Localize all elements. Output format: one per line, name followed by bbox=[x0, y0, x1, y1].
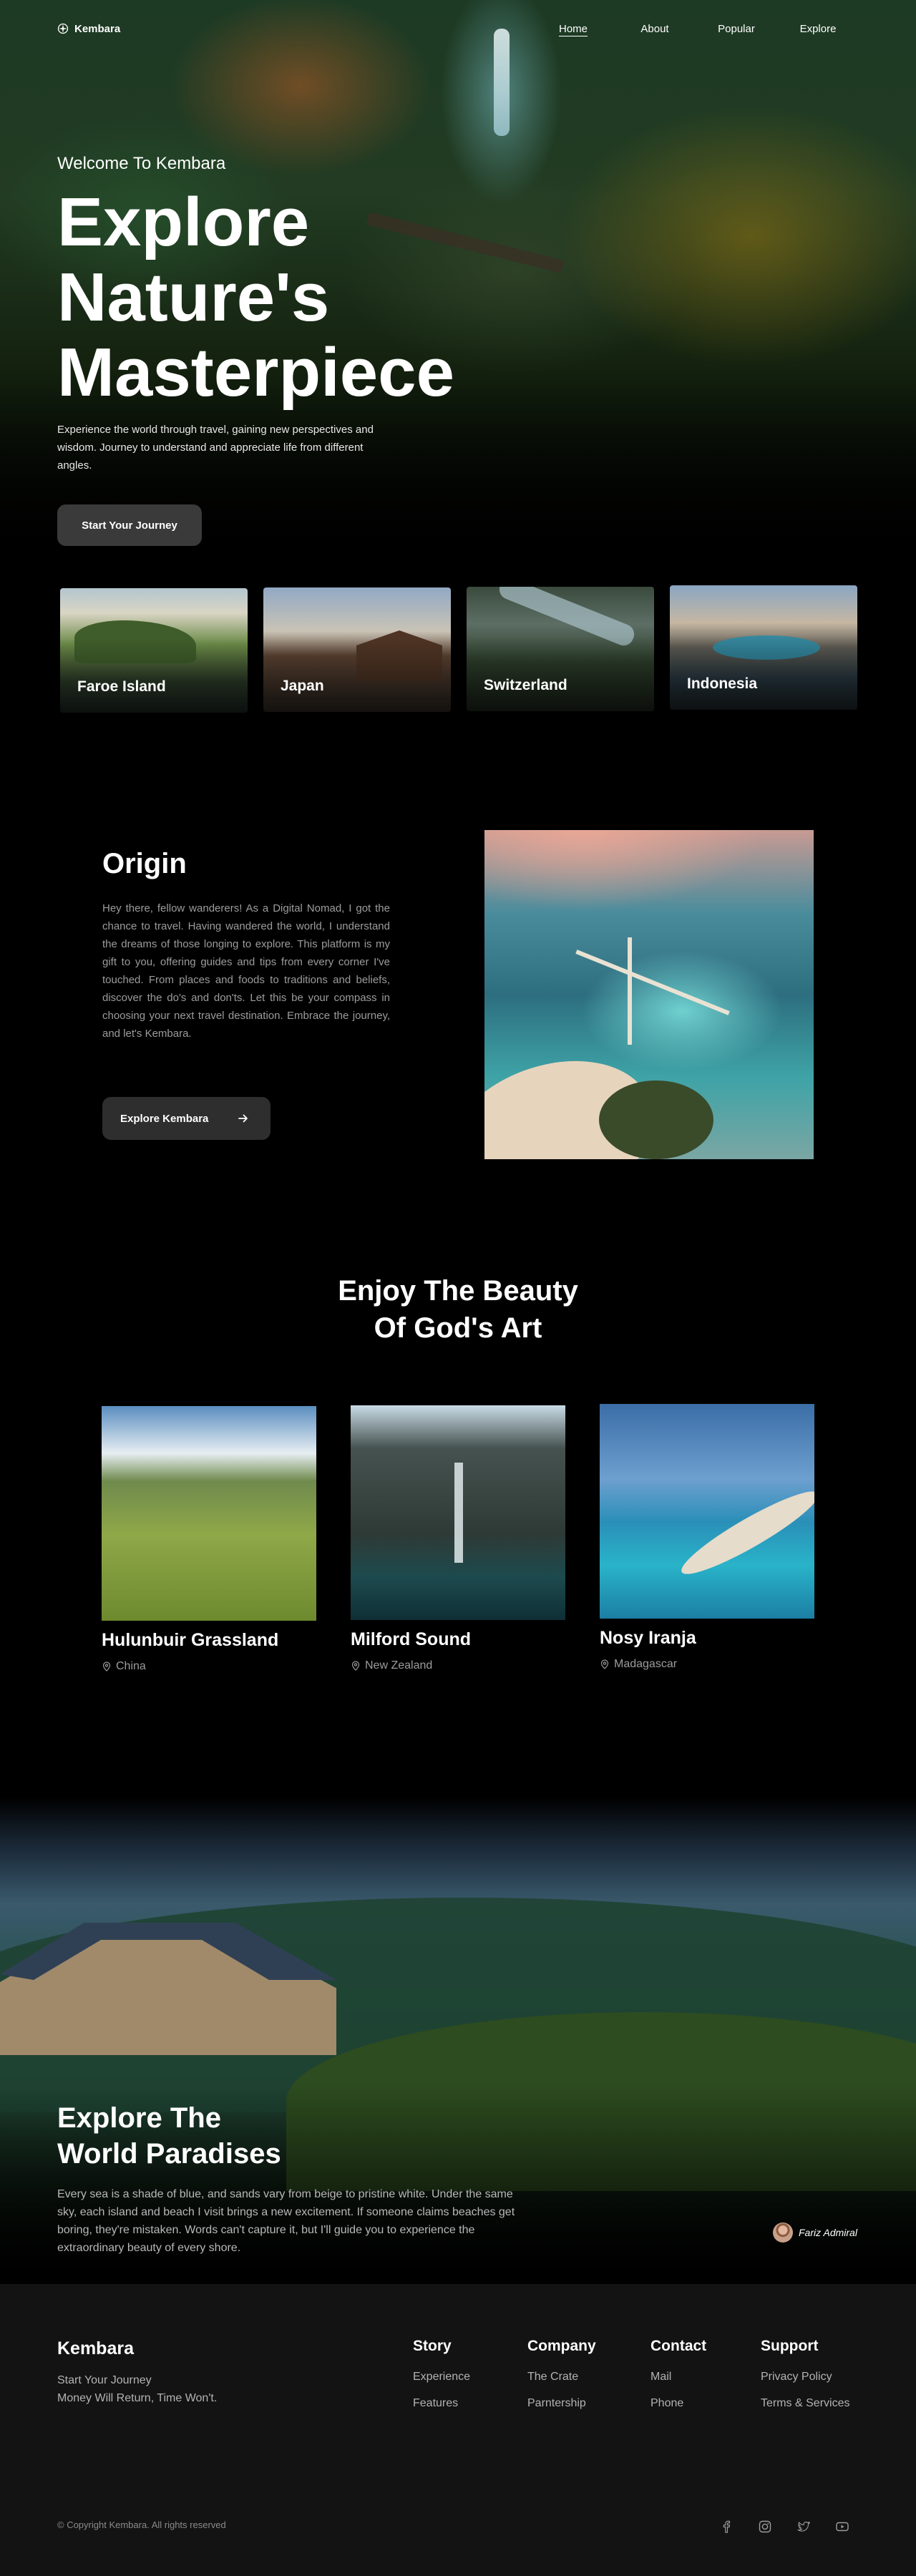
place-location-text: China bbox=[116, 1660, 146, 1672]
card-shade bbox=[670, 635, 857, 710]
explore-kembara-label: Explore Kembara bbox=[120, 1112, 209, 1125]
destination-card-japan[interactable]: Japan bbox=[263, 587, 451, 712]
footer-column-title: Support bbox=[761, 2338, 819, 2354]
destination-card-indonesia[interactable]: Indonesia bbox=[670, 585, 857, 710]
card-shade bbox=[467, 636, 654, 711]
nav-link-home[interactable]: Home bbox=[532, 23, 614, 35]
footer-link[interactable]: Features bbox=[413, 2394, 470, 2412]
beauty-title-line: Of God's Art bbox=[374, 1312, 542, 1344]
nav-link-explore[interactable]: Explore bbox=[777, 23, 859, 35]
footer-tagline-line: Start Your Journey bbox=[57, 2374, 152, 2386]
compass-icon bbox=[57, 23, 69, 34]
image-pier bbox=[628, 937, 632, 1045]
footer-link[interactable]: The Crate bbox=[527, 2368, 596, 2386]
card-shade bbox=[60, 638, 248, 713]
brand-name: Kembara bbox=[74, 22, 121, 35]
paradise-text: Every sea is a shade of blue, and sands … bbox=[57, 2188, 515, 2254]
paradise-title: Explore The World Paradises bbox=[57, 2100, 281, 2172]
instagram-icon[interactable] bbox=[757, 2519, 773, 2534]
brand-logo[interactable]: Kembara bbox=[57, 23, 120, 35]
hero-description: Experience the world through travel, gai… bbox=[57, 424, 374, 472]
place-name[interactable]: Hulunbuir Grassland bbox=[102, 1630, 278, 1651]
hero-title-line: Explore bbox=[57, 184, 310, 260]
destination-label: Indonesia bbox=[687, 675, 758, 692]
footer-column-support: Support Privacy Policy Terms & Services bbox=[761, 2338, 849, 2421]
hero-title-line: Nature's bbox=[57, 259, 330, 336]
hero-waterfall-image bbox=[494, 29, 510, 136]
destination-label: Faroe Island bbox=[77, 678, 166, 695]
place-location: New Zealand bbox=[351, 1659, 432, 1672]
image-waterfall bbox=[454, 1463, 463, 1563]
image-sandbar bbox=[674, 1480, 814, 1585]
footer-column-title: Contact bbox=[651, 2338, 707, 2354]
location-pin-icon bbox=[102, 1662, 111, 1672]
hero-title: Explore Nature's Masterpiece bbox=[57, 185, 558, 410]
footer-column-title: Company bbox=[527, 2338, 596, 2354]
place-location-text: New Zealand bbox=[365, 1659, 433, 1672]
facebook-icon[interactable] bbox=[718, 2519, 734, 2534]
paradise-title-line: World Paradises bbox=[57, 2138, 281, 2170]
social-links bbox=[718, 2519, 850, 2534]
origin-title: Origin bbox=[102, 848, 187, 879]
explore-kembara-button[interactable]: Explore Kembara bbox=[102, 1097, 271, 1140]
footer-link[interactable]: Mail bbox=[651, 2368, 706, 2386]
destination-label: Switzerland bbox=[484, 677, 567, 693]
card-shade bbox=[263, 637, 451, 712]
nav-link-popular[interactable]: Popular bbox=[696, 23, 777, 35]
place-name[interactable]: Milford Sound bbox=[351, 1629, 471, 1650]
hero-title-line: Masterpiece bbox=[57, 334, 454, 411]
hero-welcome: Welcome To Kembara bbox=[57, 154, 226, 173]
footer-link[interactable]: Terms & Services bbox=[761, 2394, 849, 2412]
nav-link-about[interactable]: About bbox=[614, 23, 696, 35]
footer-column-company: Company The Crate Parntership bbox=[527, 2338, 596, 2421]
place-image-hulunbuir[interactable] bbox=[102, 1406, 316, 1621]
beauty-title-line: Enjoy The Beauty bbox=[338, 1275, 578, 1307]
paradise-title-line: Explore The bbox=[57, 2102, 221, 2134]
image-pier bbox=[575, 950, 730, 1015]
footer-link[interactable]: Phone bbox=[651, 2394, 706, 2412]
avatar bbox=[773, 2223, 793, 2243]
place-name[interactable]: Nosy Iranja bbox=[600, 1628, 696, 1649]
origin-resort-image bbox=[484, 830, 814, 1159]
place-location: China bbox=[102, 1660, 146, 1673]
destination-card-switzerland[interactable]: Switzerland bbox=[467, 587, 654, 711]
origin-text: Hey there, fellow wanderers! As a Digita… bbox=[102, 902, 390, 1040]
top-nav: Kembara Home About Popular Explore bbox=[57, 20, 859, 37]
footer-tagline: Start Your Journey Money Will Return, Ti… bbox=[57, 2371, 217, 2407]
author-credit[interactable]: Fariz Admiral bbox=[773, 2223, 857, 2243]
place-image-milford[interactable] bbox=[351, 1405, 565, 1620]
destination-label: Japan bbox=[281, 678, 324, 694]
footer-link[interactable]: Experience bbox=[413, 2368, 470, 2386]
place-location: Madagascar bbox=[600, 1658, 677, 1671]
footer-column-contact: Contact Mail Phone bbox=[651, 2338, 706, 2421]
beauty-title: Enjoy The Beauty Of God's Art bbox=[0, 1272, 916, 1347]
location-pin-icon bbox=[600, 1659, 609, 1669]
youtube-icon[interactable] bbox=[834, 2519, 850, 2534]
place-location-text: Madagascar bbox=[614, 1658, 678, 1670]
copyright: © Copyright Kembara. All rights reserved bbox=[57, 2519, 226, 2530]
arrow-right-icon bbox=[238, 1114, 248, 1123]
footer-tagline-line: Money Will Return, Time Won't. bbox=[57, 2392, 218, 2404]
location-pin-icon bbox=[351, 1661, 360, 1671]
footer-link[interactable]: Privacy Policy bbox=[761, 2368, 849, 2386]
footer-column-title: Story bbox=[413, 2338, 452, 2354]
twitter-icon[interactable] bbox=[796, 2519, 812, 2534]
destination-card-faroe[interactable]: Faroe Island bbox=[60, 588, 248, 713]
image-island bbox=[599, 1080, 713, 1159]
footer-link[interactable]: Parntership bbox=[527, 2394, 596, 2412]
footer-brand[interactable]: Kembara bbox=[57, 2338, 134, 2359]
author-name: Fariz Admiral bbox=[799, 2227, 857, 2238]
place-image-nosy-iranja[interactable] bbox=[600, 1404, 814, 1619]
nav-links: Home About Popular Explore bbox=[532, 23, 859, 35]
start-journey-button[interactable]: Start Your Journey bbox=[57, 504, 202, 546]
footer-column-story: Story Experience Features bbox=[413, 2338, 470, 2421]
